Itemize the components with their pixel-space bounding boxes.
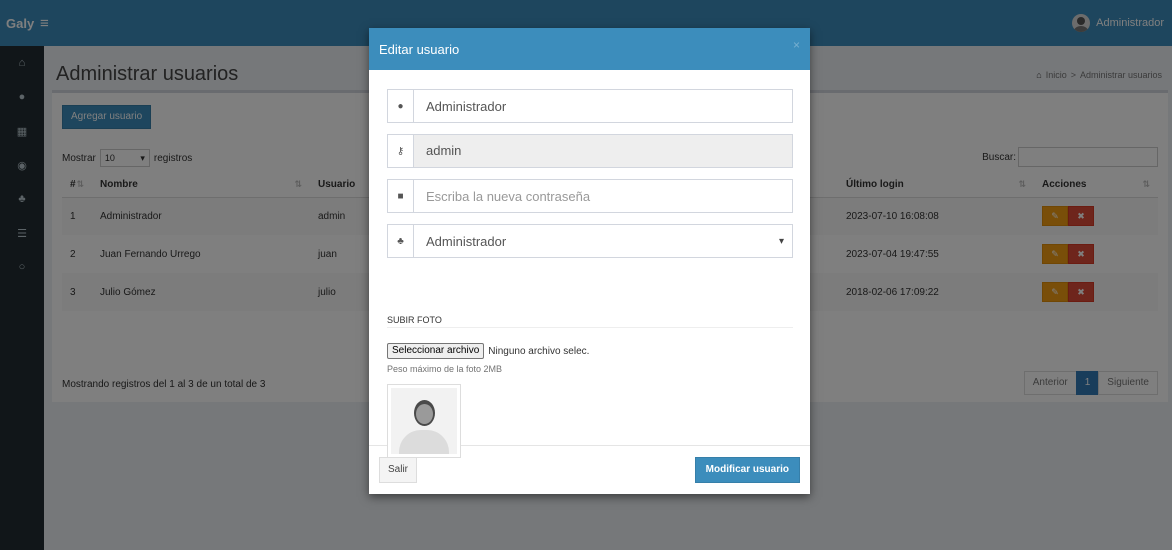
username-field: ⚷ admin: [387, 134, 793, 168]
modal-body: ● Administrador ⚷ admin ■ Escriba la nue…: [369, 70, 810, 458]
users-icon: ♣: [388, 225, 414, 257]
photo-hint: Peso máximo de la foto 2MB: [387, 364, 503, 374]
chevron-down-icon: ▾: [778, 235, 784, 247]
name-input[interactable]: Administrador: [414, 99, 792, 114]
close-icon[interactable]: ×: [793, 38, 800, 52]
profile-value[interactable]: Administrador: [414, 234, 779, 249]
user-photo: [391, 388, 457, 454]
save-button[interactable]: Modificar usuario: [694, 457, 800, 483]
exit-button[interactable]: Salir: [379, 457, 418, 483]
user-icon: ●: [388, 90, 414, 122]
password-field[interactable]: ■ Escriba la nueva contraseña: [387, 179, 793, 213]
password-input[interactable]: Escriba la nueva contraseña: [414, 189, 792, 204]
choose-file-button[interactable]: Seleccionar archivo: [387, 343, 485, 359]
lock-icon: ■: [388, 180, 414, 212]
file-status: Ninguno archivo selec.: [488, 345, 590, 357]
modal-footer: Salir Modificar usuario: [369, 446, 810, 494]
username-input: admin: [414, 135, 792, 167]
divider: [387, 327, 793, 328]
modal-title: Editar usuario: [379, 41, 460, 57]
modal-header: Editar usuario ×: [369, 28, 810, 70]
key-icon: ⚷: [388, 135, 414, 167]
name-field[interactable]: ● Administrador: [387, 89, 793, 123]
file-input: Seleccionar archivo Ninguno archivo sele…: [387, 343, 589, 359]
upload-title: SUBIR FOTO: [387, 315, 442, 325]
edit-user-modal: Editar usuario × ● Administrador ⚷ admin…: [369, 28, 810, 494]
profile-select[interactable]: ♣ Administrador ▾: [387, 224, 793, 258]
